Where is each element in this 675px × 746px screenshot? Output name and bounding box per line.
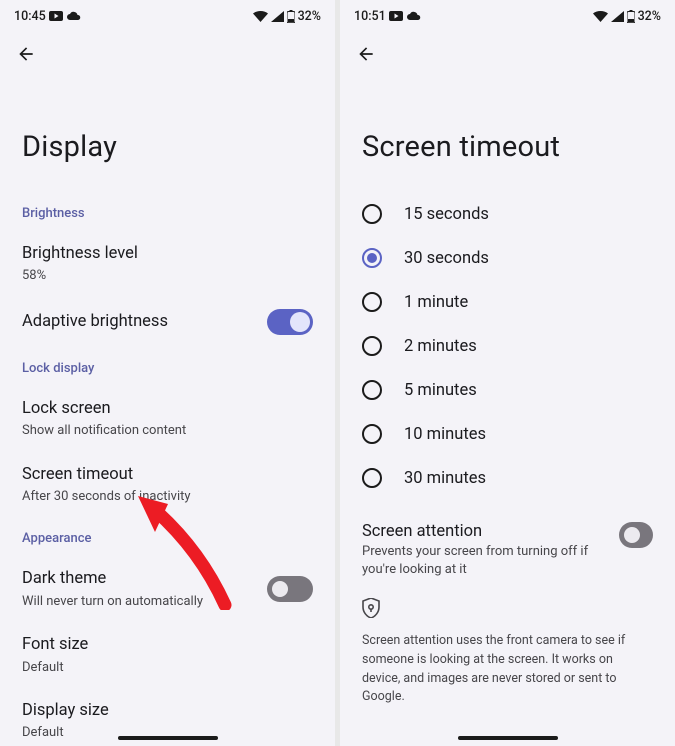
- font-size-row[interactable]: Font size Default: [0, 622, 335, 688]
- screen-attention-row[interactable]: Screen attention Prevents your screen fr…: [340, 500, 675, 588]
- youtube-icon: [389, 11, 403, 21]
- timeout-option[interactable]: 2 minutes: [340, 324, 675, 368]
- app-bar: [340, 32, 675, 76]
- signal-icon: [611, 11, 624, 22]
- adaptive-brightness-switch[interactable]: [267, 309, 313, 335]
- brightness-level-row[interactable]: Brightness level 58%: [0, 231, 335, 297]
- page-title: Screen timeout: [340, 76, 675, 192]
- page-title: Display: [0, 76, 335, 192]
- adaptive-brightness-title: Adaptive brightness: [22, 311, 168, 333]
- section-brightness: Brightness: [0, 192, 335, 231]
- screen-attention-title: Screen attention: [362, 522, 605, 541]
- status-battery: 32%: [298, 9, 321, 24]
- screen-attention-sub: Prevents your screen from turning off if…: [362, 543, 605, 578]
- status-time: 10:51: [354, 9, 386, 24]
- screen-timeout-title: Screen timeout: [22, 464, 313, 486]
- status-bar: 10:51 32%: [340, 0, 675, 32]
- screen-attention-footnote: Screen attention uses the front camera t…: [340, 626, 675, 707]
- timeout-option-label: 30 minutes: [404, 469, 486, 488]
- timeout-option-label: 30 seconds: [404, 249, 489, 268]
- lock-screen-sub: Show all notification content: [22, 422, 313, 440]
- screen-timeout-sub: After 30 seconds of inactivity: [22, 488, 313, 506]
- timeout-option-label: 15 seconds: [404, 205, 489, 224]
- screen-display: 10:45 32% Display Brightness Brightness …: [0, 0, 335, 746]
- dark-theme-sub: Will never turn on automatically: [22, 593, 203, 611]
- wifi-icon: [593, 11, 608, 22]
- back-button[interactable]: [354, 42, 378, 66]
- timeout-option[interactable]: 30 minutes: [340, 456, 675, 500]
- dark-theme-title: Dark theme: [22, 568, 203, 590]
- timeout-option-label: 2 minutes: [404, 337, 477, 356]
- radio-button[interactable]: [362, 424, 382, 444]
- brightness-level-value: 58%: [22, 267, 313, 285]
- nav-bar[interactable]: [340, 736, 675, 740]
- shield-icon: [362, 598, 380, 618]
- timeout-option[interactable]: 5 minutes: [340, 368, 675, 412]
- timeout-option-label: 1 minute: [404, 293, 468, 312]
- radio-button[interactable]: [362, 336, 382, 356]
- font-size-title: Font size: [22, 634, 313, 656]
- timeout-option[interactable]: 1 minute: [340, 280, 675, 324]
- status-battery: 32%: [638, 9, 661, 24]
- screen-attention-switch[interactable]: [619, 522, 653, 548]
- radio-button[interactable]: [362, 204, 382, 224]
- timeout-option-label: 10 minutes: [404, 425, 486, 444]
- radio-button[interactable]: [362, 248, 382, 268]
- dark-theme-row[interactable]: Dark theme Will never turn on automatica…: [0, 556, 335, 622]
- screen-timeout-row[interactable]: Screen timeout After 30 seconds of inact…: [0, 452, 335, 518]
- wifi-icon: [253, 11, 268, 22]
- privacy-shield: [340, 588, 675, 626]
- app-bar: [0, 32, 335, 76]
- arrow-back-icon: [356, 44, 376, 64]
- radio-button[interactable]: [362, 468, 382, 488]
- timeout-option-label: 5 minutes: [404, 381, 477, 400]
- cloud-icon: [66, 11, 81, 21]
- adaptive-brightness-row[interactable]: Adaptive brightness: [0, 297, 335, 347]
- dark-theme-switch[interactable]: [267, 576, 313, 602]
- timeout-option[interactable]: 15 seconds: [340, 192, 675, 236]
- back-button[interactable]: [14, 42, 38, 66]
- section-lock-display: Lock display: [0, 347, 335, 386]
- display-size-row[interactable]: Display size Default: [0, 688, 335, 742]
- status-time: 10:45: [14, 9, 46, 24]
- youtube-icon: [49, 11, 63, 21]
- brightness-level-title: Brightness level: [22, 243, 313, 265]
- timeout-option[interactable]: 30 seconds: [340, 236, 675, 280]
- radio-button[interactable]: [362, 380, 382, 400]
- radio-button[interactable]: [362, 292, 382, 312]
- timeout-option[interactable]: 10 minutes: [340, 412, 675, 456]
- lock-screen-title: Lock screen: [22, 398, 313, 420]
- section-appearance: Appearance: [0, 517, 335, 556]
- timeout-options: 15 seconds 30 seconds 1 minute 2 minutes 5 m…: [340, 192, 675, 500]
- arrow-back-icon: [16, 44, 36, 64]
- lock-screen-row[interactable]: Lock screen Show all notification conten…: [0, 386, 335, 452]
- cloud-icon: [406, 11, 421, 21]
- nav-bar[interactable]: [0, 736, 335, 740]
- font-size-sub: Default: [22, 659, 313, 677]
- battery-icon: [287, 10, 295, 23]
- screen-timeout: 10:51 32% Screen timeout 15 seconds 30 se…: [340, 0, 675, 746]
- battery-icon: [627, 10, 635, 23]
- display-size-title: Display size: [22, 700, 313, 722]
- signal-icon: [271, 11, 284, 22]
- status-bar: 10:45 32%: [0, 0, 335, 32]
